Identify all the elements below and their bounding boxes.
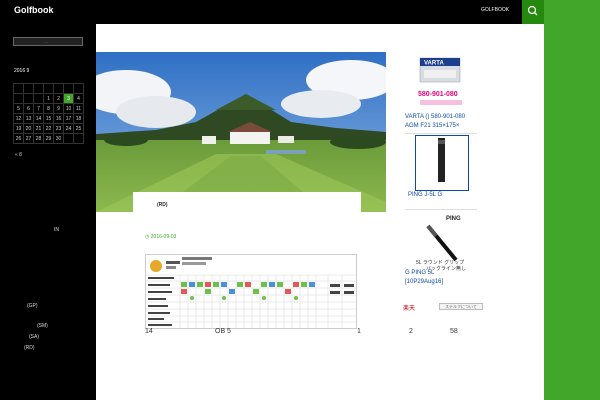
search-icon bbox=[527, 5, 538, 16]
calendar-day bbox=[73, 133, 84, 144]
calendar-day bbox=[23, 93, 34, 104]
calendar-day bbox=[13, 93, 24, 104]
calendar-day: 15 bbox=[43, 113, 54, 124]
post-date-text: 2016-09-03 bbox=[150, 234, 177, 240]
calendar-day: 20 bbox=[23, 123, 34, 134]
calendar-weekday bbox=[33, 83, 44, 94]
search-toggle-button[interactable] bbox=[522, 0, 544, 24]
scorecard-image[interactable] bbox=[145, 254, 357, 329]
rakuten-logo[interactable]: 楽天 bbox=[403, 303, 415, 312]
widget-divider bbox=[405, 209, 477, 210]
ping-grip-image bbox=[420, 138, 464, 188]
varta-ad[interactable]: VARTA 580-901-080 bbox=[416, 52, 468, 116]
calendar-weekday bbox=[23, 83, 34, 94]
calendar-day: 14 bbox=[33, 113, 44, 124]
calendar-day bbox=[33, 93, 44, 104]
calendar-day: 18 bbox=[73, 113, 84, 124]
calendar-table: 1 2 3 4 5 6 7 8 9 10 11 12 13 14 15 16 1… bbox=[13, 83, 84, 144]
featured-image[interactable] bbox=[96, 52, 386, 212]
calendar-day: 16 bbox=[53, 113, 64, 124]
ping-logo-text: PING bbox=[446, 216, 461, 222]
calendar-day: 12 bbox=[13, 113, 24, 124]
calendar-day: 30 bbox=[53, 133, 64, 144]
calendar-day: 10 bbox=[63, 103, 74, 114]
calendar-day: 23 bbox=[53, 123, 64, 134]
calendar-day: 6 bbox=[23, 103, 34, 114]
main-content: (RD) ◷ 2016-09-03 14 OB 5 1 2 58 VARTA 5… bbox=[96, 24, 544, 400]
post-text-14: 14 bbox=[145, 328, 153, 335]
calendar-weekday bbox=[53, 83, 64, 94]
sidebar-link-sm[interactable]: (SM) bbox=[37, 323, 48, 329]
sidebar-search-input[interactable] bbox=[13, 37, 83, 46]
calendar-day: 24 bbox=[63, 123, 74, 134]
calendar-day: 25 bbox=[73, 123, 84, 134]
calendar-day: 26 bbox=[13, 133, 24, 144]
calendar-day: 4 bbox=[73, 93, 84, 104]
site-title[interactable]: Golfbook bbox=[14, 5, 54, 15]
calendar-day bbox=[63, 133, 74, 144]
ping-grip-text-1: 5L ラウンド グリップ bbox=[416, 259, 464, 266]
sidebar-link-gp[interactable]: (GP) bbox=[27, 303, 38, 309]
post-date[interactable]: ◷ 2016-09-03 bbox=[145, 234, 176, 240]
ping-code[interactable]: [10P29Aug16] bbox=[405, 279, 443, 285]
calendar-day: 29 bbox=[43, 133, 54, 144]
ping-grip-image-2: PING 5L ラウンド グリップ バックライン無し bbox=[416, 216, 466, 272]
ad-info-badge[interactable]: ステルフについて bbox=[439, 303, 483, 310]
sidebar-link-rd[interactable]: (RD) bbox=[24, 345, 35, 351]
ping-grip-ad[interactable] bbox=[415, 135, 469, 191]
calendar-day: 11 bbox=[73, 103, 84, 114]
calendar-day: 13 bbox=[23, 113, 34, 124]
calendar-day: 1 bbox=[43, 93, 54, 104]
calendar-day: 8 bbox=[43, 103, 54, 114]
ping-grip-ad-2[interactable]: PING 5L ラウンド グリップ バックライン無し bbox=[410, 212, 480, 272]
top-bar: Golfbook GOLFBOOK bbox=[0, 0, 600, 24]
scorecard-graphic bbox=[146, 257, 356, 328]
calendar-day: 2 bbox=[53, 93, 64, 104]
calendar-day: 17 bbox=[63, 113, 74, 124]
calendar-weekday bbox=[43, 83, 54, 94]
calendar-day: 7 bbox=[33, 103, 44, 114]
calendar-weekday bbox=[63, 83, 74, 94]
calendar-month: 2016 9 bbox=[14, 68, 30, 74]
post-text-ob: OB 5 bbox=[215, 328, 231, 335]
post-title[interactable]: (RD) bbox=[157, 202, 168, 208]
varta-caption[interactable]: VARTA () 580-901-080 bbox=[405, 114, 465, 120]
calendar-day: 9 bbox=[53, 103, 64, 114]
varta-model[interactable]: AGM F21 315×175× bbox=[405, 123, 459, 129]
sidebar-link-sa[interactable]: (SA) bbox=[29, 334, 39, 340]
calendar-day: 5 bbox=[13, 103, 24, 114]
calendar-day-today[interactable]: 3 bbox=[63, 93, 74, 104]
calendar-prev-link[interactable]: « 8 bbox=[15, 152, 22, 158]
calendar-weekday bbox=[73, 83, 84, 94]
sidebar-text-in[interactable]: IN bbox=[54, 227, 59, 233]
calendar-day: 21 bbox=[33, 123, 44, 134]
post-text-2: 2 bbox=[409, 328, 413, 335]
right-accent-strip bbox=[544, 0, 600, 400]
post-text-1: 1 bbox=[357, 328, 361, 335]
calendar-weekday bbox=[13, 83, 24, 94]
calendar-day: 19 bbox=[13, 123, 24, 134]
ping-caption[interactable]: PING J-5L G bbox=[408, 192, 442, 198]
calendar-day: 27 bbox=[23, 133, 34, 144]
post-title-box: (RD) bbox=[133, 192, 361, 212]
ping-desc[interactable]: G PING 5L bbox=[405, 270, 434, 276]
post-text-58: 58 bbox=[450, 328, 458, 335]
calendar-day: 28 bbox=[33, 133, 44, 144]
golf-course-photo bbox=[96, 52, 386, 212]
nav-item-golfbook[interactable]: GOLFBOOK bbox=[481, 7, 509, 13]
widget-divider bbox=[405, 133, 477, 134]
varta-brand-text: VARTA bbox=[424, 61, 444, 67]
calendar-day: 22 bbox=[43, 123, 54, 134]
varta-battery-image: VARTA 580-901-080 bbox=[418, 57, 462, 105]
left-sidebar: 2016 9 1 2 3 4 5 6 7 8 9 10 11 bbox=[0, 24, 96, 400]
varta-phone-text: 580-901-080 bbox=[418, 91, 458, 98]
